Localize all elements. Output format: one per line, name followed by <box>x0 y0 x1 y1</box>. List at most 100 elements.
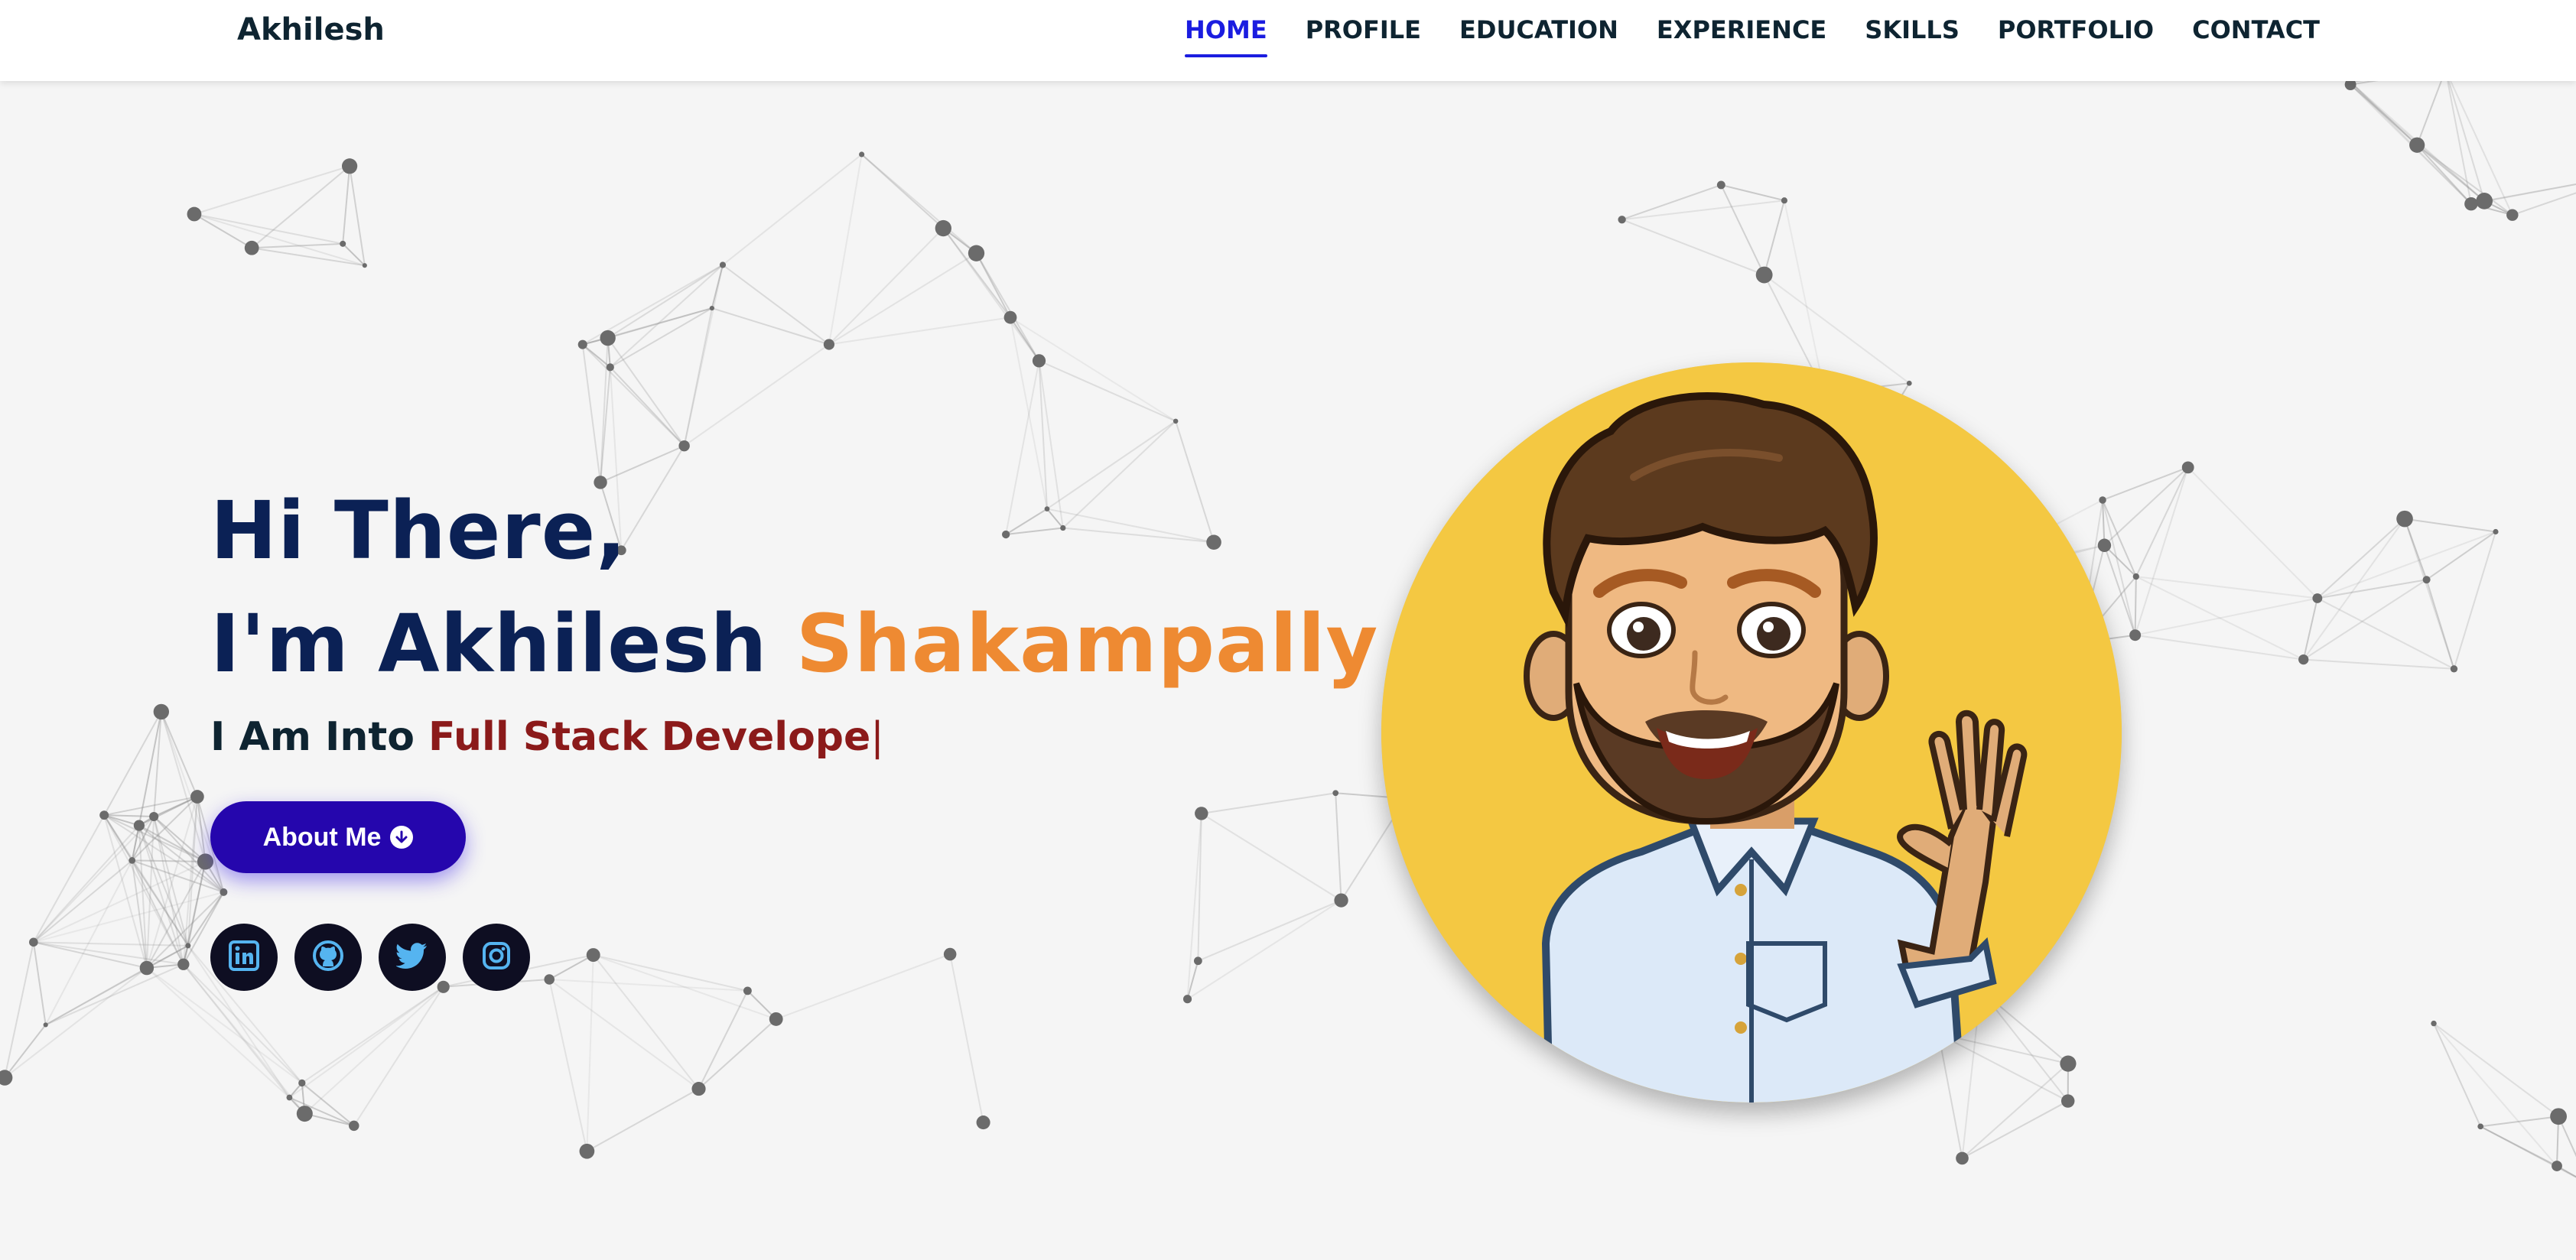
network-link <box>1938 1033 2069 1102</box>
network-link <box>698 1018 777 1090</box>
network-node <box>769 1012 783 1026</box>
network-node <box>823 339 835 350</box>
about-me-button[interactable]: About Me <box>210 801 466 873</box>
network-link <box>342 166 351 244</box>
network-link <box>2453 531 2496 670</box>
network-node <box>2060 1055 2077 1072</box>
network-link <box>2433 1022 2559 1118</box>
network-node <box>2097 538 2112 553</box>
network-link <box>2444 70 2513 216</box>
network-link <box>942 227 1011 318</box>
network-node <box>133 820 145 831</box>
network-node <box>139 960 154 976</box>
network-link <box>2433 1022 2558 1167</box>
network-node <box>1781 197 1787 204</box>
page: Akhilesh HOME PROFILE EDUCATION EXPERIEN… <box>0 0 2576 1260</box>
network-node <box>943 947 957 961</box>
network-node <box>340 240 346 247</box>
network-link <box>698 990 749 1090</box>
network-link <box>2433 1023 2482 1127</box>
network-link <box>1961 1063 2069 1159</box>
nav-skills[interactable]: SKILLS <box>1865 0 1960 44</box>
network-link <box>1335 793 1342 901</box>
network-link <box>1962 1100 2069 1159</box>
network-link <box>2444 70 2472 204</box>
arrow-down-circle-icon <box>390 826 414 849</box>
network-link <box>4 967 148 1079</box>
network-node <box>1334 893 1348 908</box>
network-link <box>1763 200 1785 275</box>
network-link <box>2416 144 2485 202</box>
network-link <box>2404 518 2496 533</box>
network-link <box>2302 518 2405 661</box>
network-link <box>4 942 34 1078</box>
network-node <box>719 261 727 268</box>
network-link <box>160 711 198 797</box>
navbar: Akhilesh HOME PROFILE EDUCATION EXPERIEN… <box>0 0 2576 81</box>
network-node <box>43 1022 48 1028</box>
network-node <box>1755 266 1773 284</box>
network-node <box>709 305 714 311</box>
greeting-surname: Shakampally <box>795 597 1379 690</box>
typed-role-line: I Am Into Full Stack Develope| <box>210 714 1378 760</box>
network-link <box>2102 499 2137 577</box>
network-node <box>2099 496 2106 504</box>
nav-home[interactable]: HOME <box>1185 0 1267 57</box>
nav-experience[interactable]: EXPERIENCE <box>1657 0 1826 44</box>
network-link <box>2480 1125 2576 1178</box>
network-link <box>2135 576 2317 599</box>
instagram-icon <box>482 941 511 973</box>
nav-portfolio[interactable]: PORTFOLIO <box>1998 0 2154 44</box>
network-node <box>197 853 214 870</box>
network-node <box>600 330 616 346</box>
network-node <box>349 1120 359 1132</box>
twitter-link[interactable] <box>379 924 446 991</box>
network-link <box>607 307 713 339</box>
network-node <box>2132 573 2139 580</box>
nav-profile[interactable]: PROFILE <box>1306 0 1421 44</box>
network-link <box>33 861 206 943</box>
nav-menu: HOME PROFILE EDUCATION EXPERIENCE SKILLS… <box>1147 0 2320 81</box>
network-node <box>976 1115 990 1130</box>
network-node <box>935 219 951 237</box>
network-link <box>683 307 713 447</box>
network-node <box>577 339 587 349</box>
network-link <box>1201 792 1336 814</box>
network-link <box>196 796 207 862</box>
linkedin-link[interactable] <box>210 924 278 991</box>
network-node <box>544 974 555 985</box>
nav-education[interactable]: EDUCATION <box>1459 0 1618 44</box>
network-node <box>286 1094 293 1101</box>
network-link <box>131 711 162 861</box>
network-node <box>691 1082 706 1096</box>
network-node <box>2312 593 2323 603</box>
network-link <box>581 344 602 483</box>
network-link <box>610 366 685 447</box>
network-link <box>607 264 724 339</box>
github-link[interactable] <box>294 924 362 991</box>
network-node <box>2464 196 2478 211</box>
network-link <box>104 814 154 817</box>
network-link <box>45 963 184 1026</box>
network-link <box>548 979 588 1151</box>
network-link <box>2303 579 2428 661</box>
network-node <box>149 811 159 822</box>
network-node <box>187 206 202 222</box>
network-node <box>2550 1108 2567 1125</box>
brand-logo[interactable]: Akhilesh <box>237 12 385 47</box>
nav-contact[interactable]: CONTACT <box>2192 0 2320 44</box>
network-link <box>586 1088 700 1152</box>
network-link <box>549 979 748 992</box>
network-node <box>1193 956 1202 966</box>
network-link <box>828 252 977 346</box>
network-link <box>684 343 830 447</box>
network-link <box>2558 1115 2576 1158</box>
greeting-line-1: Hi There, <box>210 484 627 577</box>
network-link <box>160 711 207 862</box>
greeting-name: I'm Akhilesh <box>210 597 768 690</box>
network-link <box>828 317 1011 346</box>
instagram-link[interactable] <box>463 924 530 991</box>
network-node <box>220 888 228 896</box>
network-node <box>1032 354 1046 368</box>
network-node <box>190 790 204 804</box>
